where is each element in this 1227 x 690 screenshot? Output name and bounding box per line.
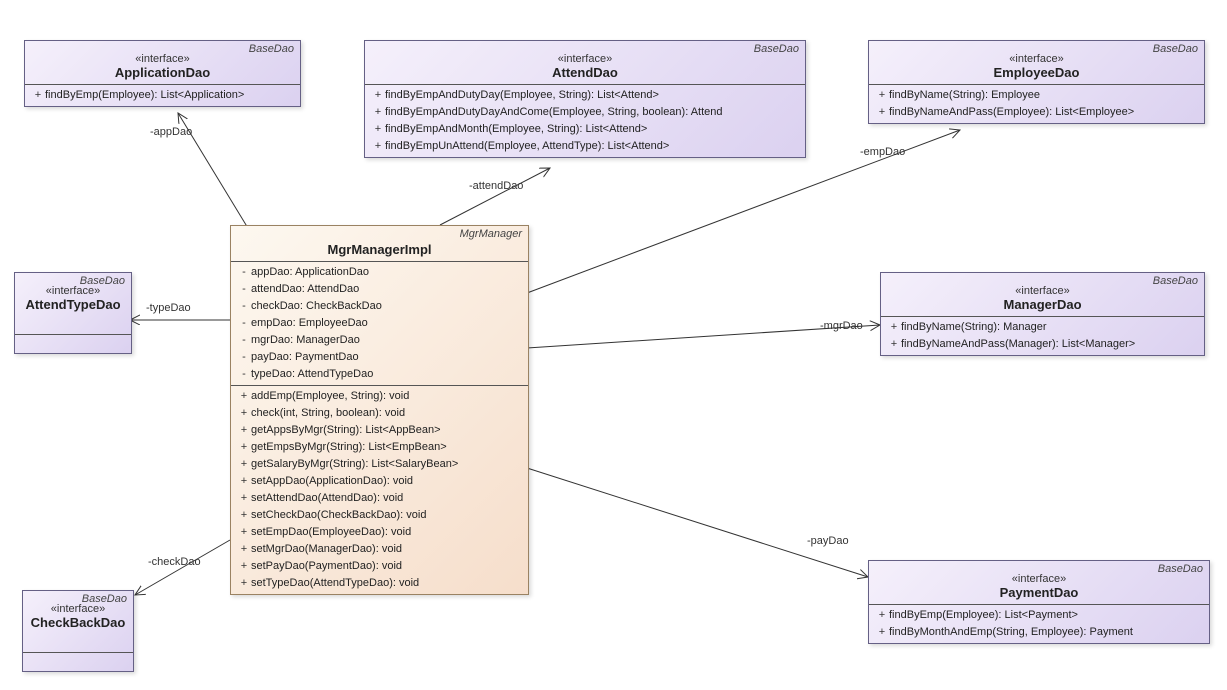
class-check-back-dao[interactable]: BaseDao «interface» CheckBackDao — [22, 590, 134, 672]
edge-label-pay-dao: -payDao — [805, 535, 851, 547]
base-dao-label: BaseDao — [754, 43, 799, 55]
operations: +findByName(String): Manager +findByName… — [881, 317, 1204, 355]
class-attend-dao[interactable]: BaseDao «interface» AttendDao +findByEmp… — [364, 40, 806, 158]
header: BaseDao «interface» AttendDao — [365, 41, 805, 85]
header: BaseDao «interface» PaymentDao — [869, 561, 1209, 605]
header: BaseDao «interface» AttendTypeDao — [15, 273, 131, 316]
header: BaseDao «interface» ApplicationDao — [25, 41, 300, 85]
mgr-manager-label: MgrManager — [460, 228, 522, 240]
class-mgr-manager-impl[interactable]: MgrManager MgrManagerImpl -appDao: Appli… — [230, 225, 529, 595]
edge-label-emp-dao: -empDao — [858, 146, 907, 158]
stereotype: «interface» — [135, 53, 189, 65]
edge-label-check-dao: -checkDao — [146, 556, 203, 568]
class-manager-dao[interactable]: BaseDao «interface» ManagerDao +findByNa… — [880, 272, 1205, 356]
header: MgrManager MgrManagerImpl — [231, 226, 528, 262]
operations: +findByName(String): Employee +findByNam… — [869, 85, 1204, 123]
class-attend-type-dao[interactable]: BaseDao «interface» AttendTypeDao — [14, 272, 132, 354]
header: BaseDao «interface» EmployeeDao — [869, 41, 1204, 85]
edge-label-type-dao: -typeDao — [144, 302, 193, 314]
class-application-dao[interactable]: BaseDao «interface» ApplicationDao +find… — [24, 40, 301, 107]
edge-label-app-dao: -appDao — [148, 126, 194, 138]
operations: +findByEmp(Employee): List<Application> — [25, 85, 300, 106]
attributes: -appDao: ApplicationDao -attendDao: Atte… — [231, 262, 528, 386]
header: BaseDao «interface» ManagerDao — [881, 273, 1204, 317]
operations: +findByEmp(Employee): List<Payment> +fin… — [869, 605, 1209, 643]
base-dao-label: BaseDao — [249, 43, 294, 55]
operations: +findByEmpAndDutyDay(Employee, String): … — [365, 85, 805, 157]
class-name: ApplicationDao — [115, 65, 210, 80]
class-employee-dao[interactable]: BaseDao «interface» EmployeeDao +findByN… — [868, 40, 1205, 124]
class-payment-dao[interactable]: BaseDao «interface» PaymentDao +findByEm… — [868, 560, 1210, 644]
header: BaseDao «interface» CheckBackDao — [23, 591, 133, 634]
edge-label-mgr-dao: -mgrDao — [818, 320, 865, 332]
operations: +addEmp(Employee, String): void +check(i… — [231, 386, 528, 594]
edge-label-attend-dao: -attendDao — [467, 180, 525, 192]
